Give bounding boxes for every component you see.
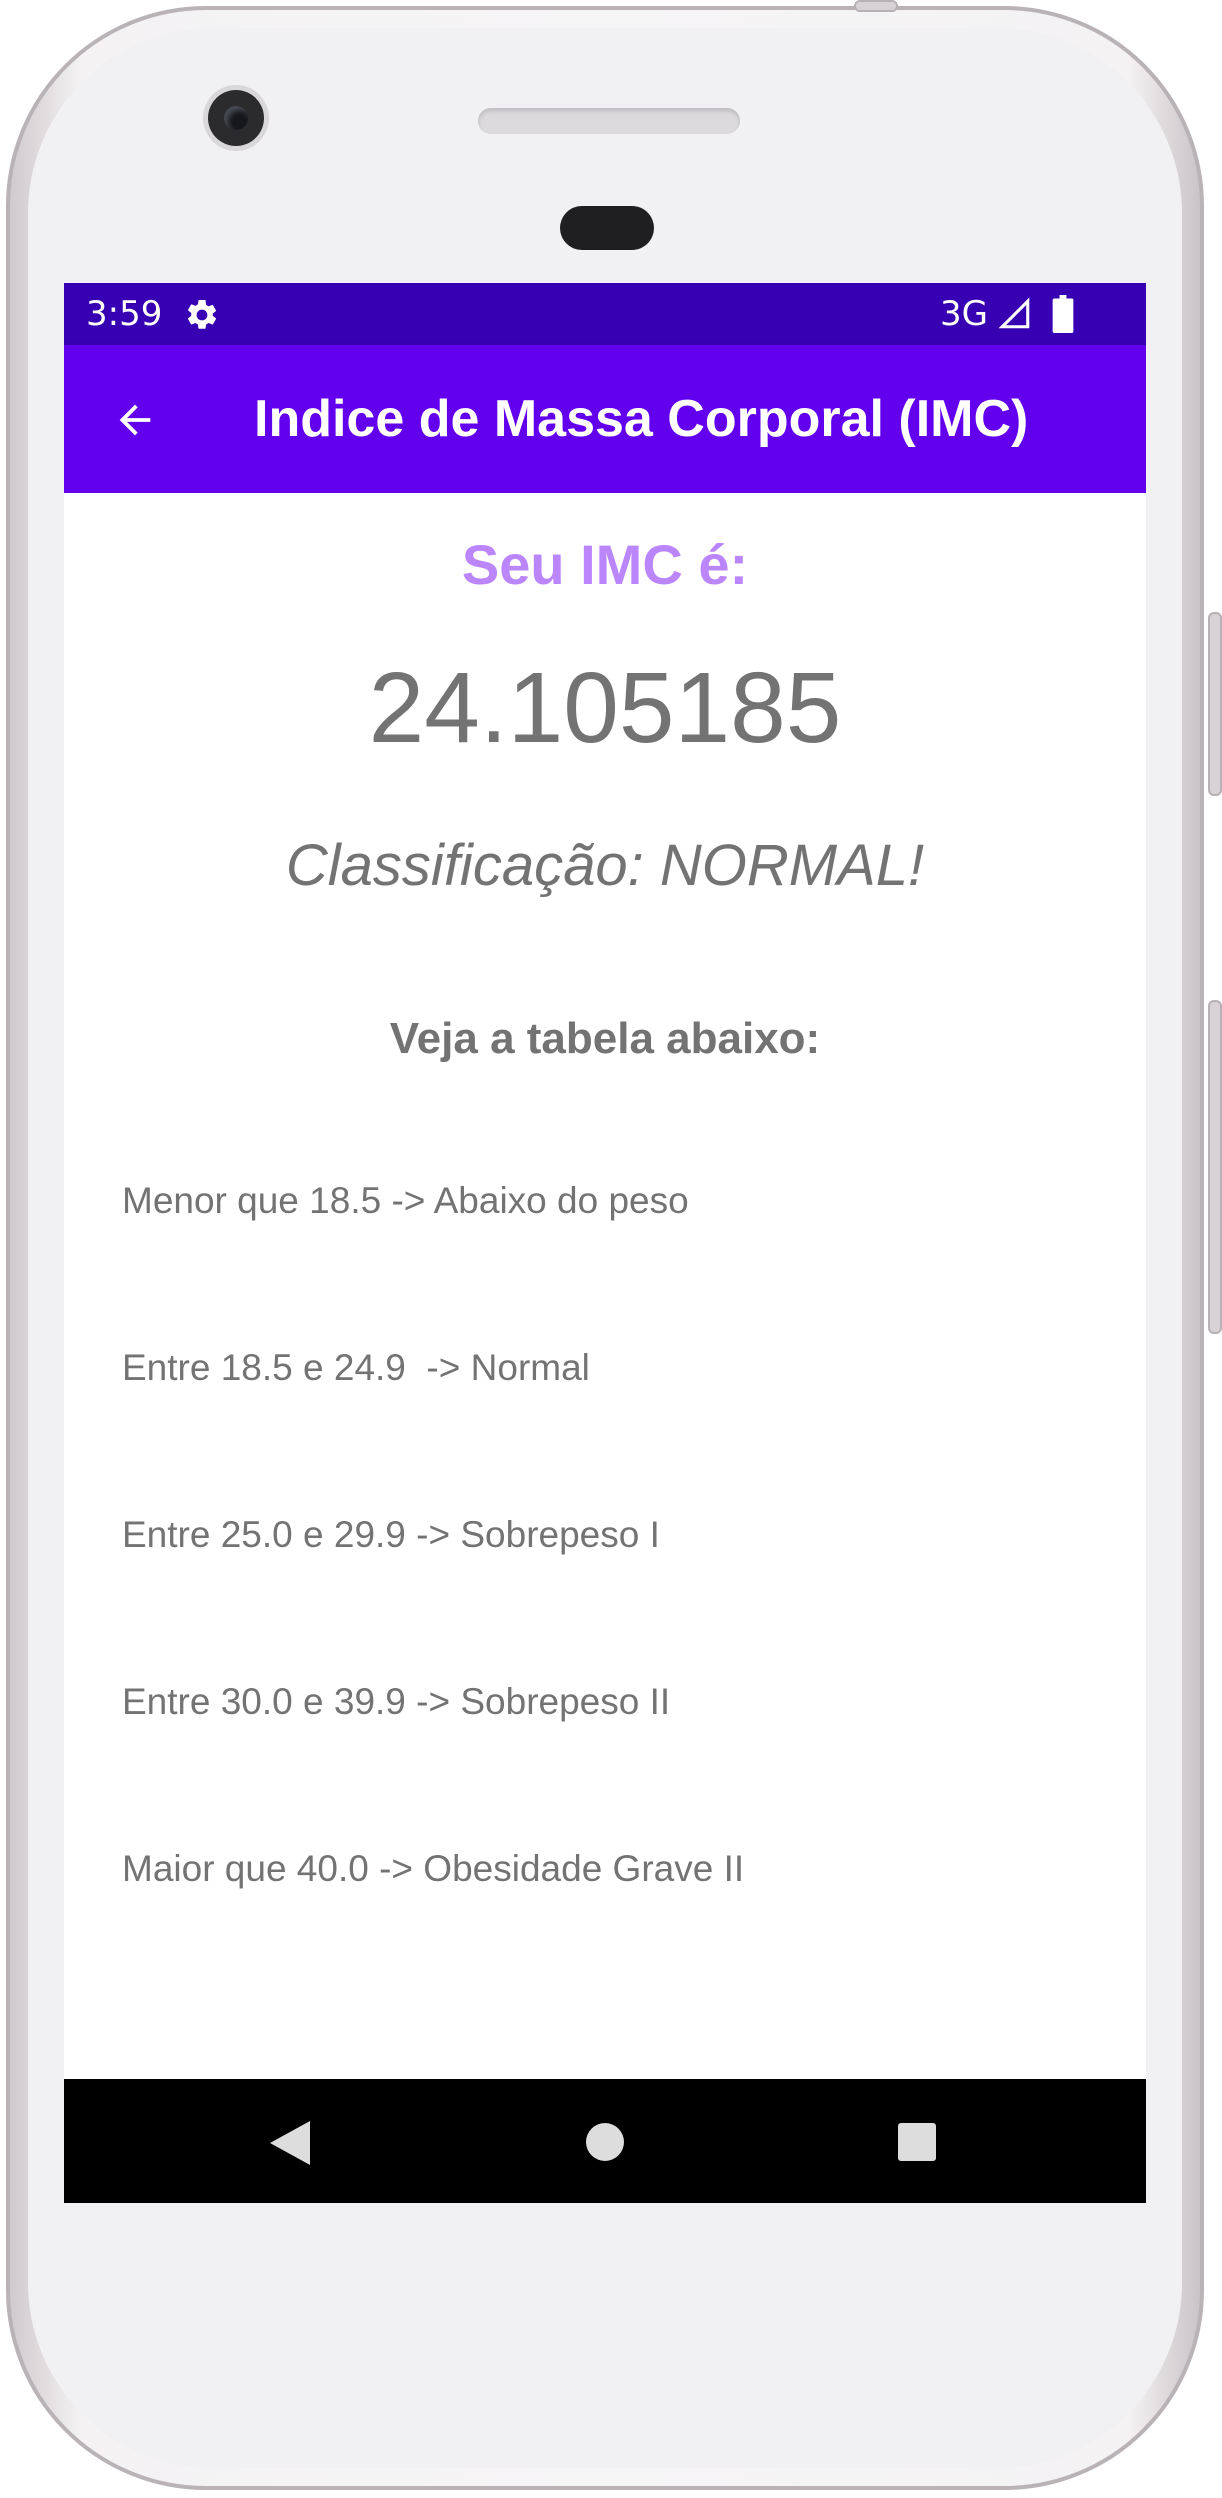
volume-button — [1208, 1000, 1222, 1334]
app-bar: Indice de Massa Corporal (IMC) — [64, 345, 1146, 493]
power-button — [1208, 612, 1222, 796]
table-heading: Veja a tabela abaixo: — [389, 1014, 821, 1063]
result-content: Seu IMC é: 24.105185 Classificação: NORM… — [64, 493, 1146, 2079]
imc-label: Seu IMC é: — [461, 533, 749, 596]
speaker-grille — [478, 108, 740, 134]
nav-home-icon[interactable] — [586, 2123, 624, 2161]
list-item: Entre 30.0 e 39.9 -> Sobrepeso II — [122, 1681, 671, 1722]
settings-gear-icon — [187, 299, 217, 329]
top-button — [854, 0, 898, 12]
list-item: Maior que 40.0 -> Obesidade Grave II — [122, 1848, 745, 1889]
page-title: Indice de Massa Corporal (IMC) — [254, 390, 1029, 448]
arrow-back-icon[interactable] — [112, 397, 158, 443]
earpiece — [560, 206, 654, 250]
status-time: 3:59 — [86, 294, 163, 334]
cell-signal-icon — [998, 297, 1030, 329]
imc-value: 24.105185 — [368, 652, 842, 764]
list-item: Entre 18.5 e 24.9 -> Normal — [122, 1347, 590, 1388]
imc-range-list: Menor que 18.5 -> Abaixo do peso Entre 1… — [122, 1179, 1102, 2014]
device-screen: 3:59 3G Indice de Massa Corporal (IMC) S… — [64, 283, 1146, 2203]
network-type: 3G — [940, 294, 988, 334]
battery-icon — [1052, 295, 1074, 333]
list-item: Entre 25.0 e 29.9 -> Sobrepeso I — [122, 1514, 660, 1555]
nav-back-icon[interactable] — [270, 2121, 310, 2165]
list-item: Menor que 18.5 -> Abaixo do peso — [122, 1180, 689, 1221]
status-bar: 3:59 3G — [64, 283, 1146, 345]
nav-recents-icon[interactable] — [898, 2123, 936, 2161]
front-camera — [208, 90, 264, 146]
system-nav-bar — [64, 2079, 1146, 2203]
classification-text: Classificação: NORMAL! — [285, 833, 925, 898]
